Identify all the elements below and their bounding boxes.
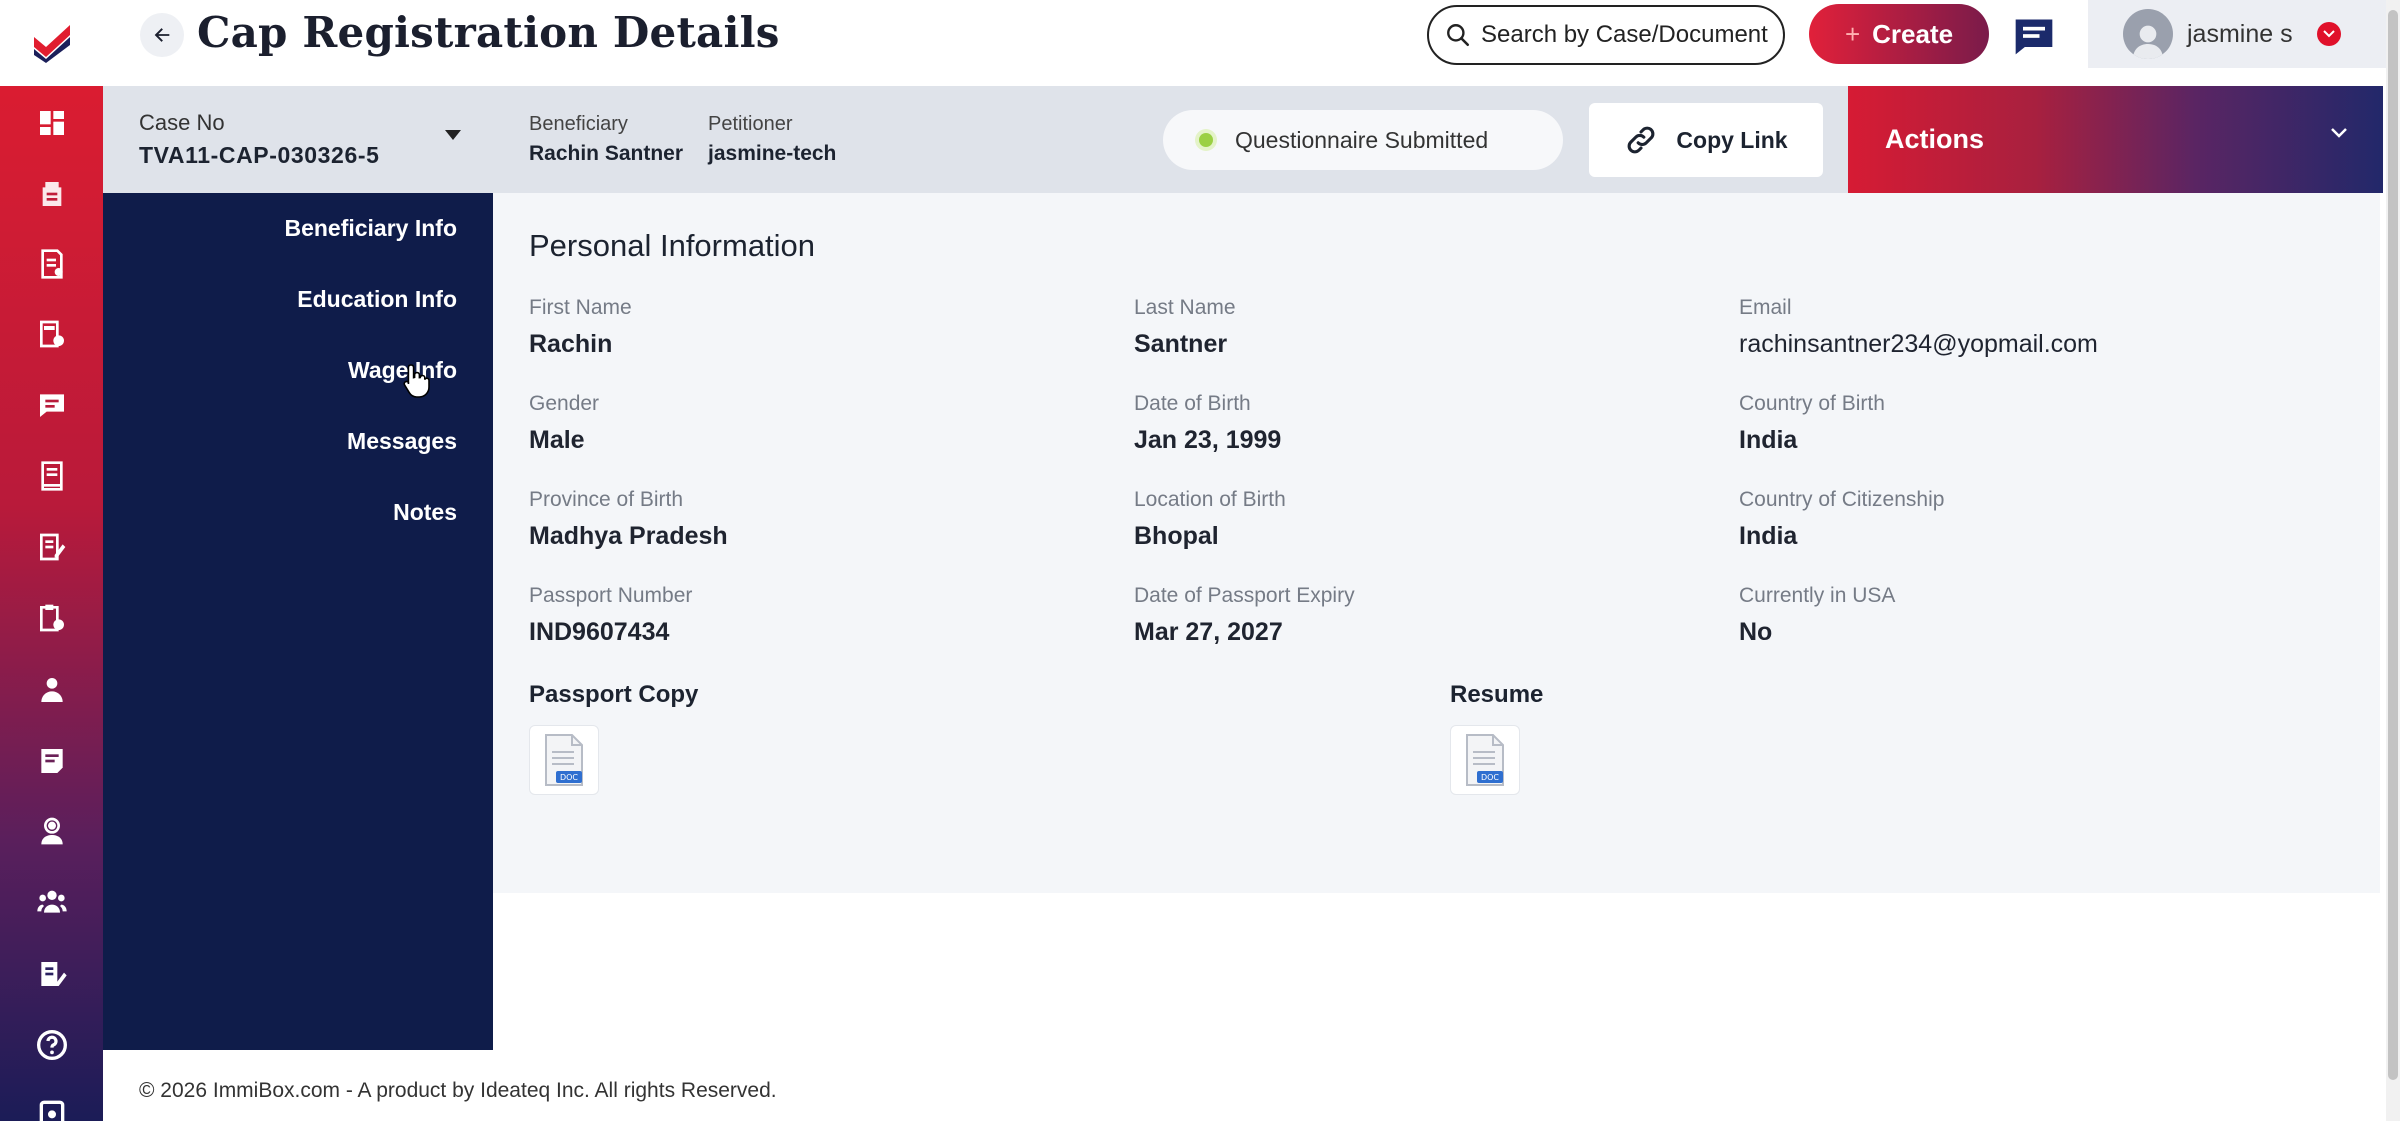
passport-expiry-value: Mar 27, 2027 [1134, 618, 1283, 646]
plus-icon: + [1844, 18, 1861, 49]
app-sidebar [0, 0, 103, 1121]
nav-beneficiary-info[interactable]: Beneficiary Info [284, 215, 457, 242]
svg-text:DOC: DOC [560, 773, 578, 782]
dob-label: Date of Birth [1134, 392, 1251, 415]
status-text: Questionnaire Submitted [1235, 126, 1489, 153]
country-of-birth-value: India [1739, 426, 1798, 454]
nav-messages[interactable]: Messages [347, 428, 457, 455]
user-menu[interactable]: jasmine s [2088, 0, 2386, 68]
country-of-birth-label: Country of Birth [1739, 392, 1885, 415]
top-header: Cap Registration Details + Create jasmin… [103, 0, 2386, 86]
chevron-down-icon [2331, 128, 2347, 138]
case-no-label: Case No [139, 110, 225, 135]
dob-value: Jan 23, 1999 [1134, 426, 1282, 454]
copy-link-button[interactable]: Copy Link [1589, 103, 1823, 177]
notes-icon[interactable] [0, 734, 103, 788]
link-icon [1628, 126, 1655, 154]
user-name: jasmine s [2187, 19, 2293, 48]
create-button-label: Create [1872, 18, 1954, 49]
province-of-birth-label: Province of Birth [529, 488, 684, 511]
gender-label: Gender [529, 392, 600, 415]
first-name-value: Rachin [529, 330, 613, 358]
case-no-value: TVA11-CAP-030326-5 [139, 142, 380, 168]
svg-text:DOC: DOC [1481, 773, 1499, 782]
passport-copy-title: Passport Copy [529, 681, 699, 708]
section-nav: Beneficiary Info Education Info Wage Inf… [103, 193, 493, 1050]
doc-file-icon: DOC [545, 734, 583, 786]
doc-file-icon: DOC [1466, 734, 1504, 786]
personal-information-panel: Personal Information First Name Rachin L… [493, 193, 2380, 893]
page-scrollbar-thumb[interactable] [2388, 10, 2398, 1080]
user-avatar-icon [2133, 25, 2163, 59]
copy-link-label: Copy Link [1676, 126, 1788, 153]
country-of-citizenship-value: India [1739, 522, 1798, 550]
passport-copy-doc[interactable]: DOC [529, 725, 599, 795]
search-input[interactable] [1481, 21, 1781, 49]
gender-value: Male [529, 426, 585, 454]
avatar[interactable] [2123, 9, 2173, 59]
chevron-down-icon[interactable] [2316, 22, 2341, 46]
dashboard-icon[interactable] [0, 96, 103, 150]
nav-education-info[interactable]: Education Info [297, 286, 457, 313]
contract-edit-icon[interactable] [0, 947, 103, 1001]
chat-icon [2015, 19, 2053, 55]
support-agent-icon[interactable] [0, 804, 103, 858]
resume-doc[interactable]: DOC [1450, 725, 1520, 795]
case-select-caret-icon[interactable] [445, 130, 461, 140]
documents-icon[interactable] [0, 167, 103, 221]
search-icon [1447, 24, 1470, 47]
country-of-citizenship-label: Country of Citizenship [1739, 488, 1945, 511]
passport-expiry-label: Date of Passport Expiry [1134, 584, 1355, 607]
search-box[interactable] [1427, 5, 1785, 65]
last-name-value: Santner [1134, 330, 1228, 358]
currently-in-usa-value: No [1739, 618, 1773, 646]
footer-copyright: © 2026 ImmiBox.com - A product by Ideate… [139, 1079, 777, 1102]
edit-document-icon[interactable] [0, 520, 103, 574]
case-verified-icon[interactable] [0, 591, 103, 645]
petitioner-value: jasmine-tech [708, 142, 837, 165]
team-icon[interactable] [0, 875, 103, 929]
status-dot-icon [1199, 133, 1213, 147]
hand-cursor-icon [403, 364, 430, 398]
arrow-left-icon [154, 28, 170, 42]
page-title: Cap Registration Details [197, 8, 780, 57]
email-value: rachinsantner234@yopmail.com [1739, 330, 2098, 358]
status-badge: Questionnaire Submitted [1163, 110, 1563, 170]
location-of-birth-value: Bhopal [1134, 522, 1219, 550]
email-label: Email [1739, 296, 1792, 319]
help-icon[interactable] [0, 1018, 103, 1072]
messages-icon[interactable] [0, 378, 103, 432]
resume-title: Resume [1450, 681, 1544, 708]
petitioner-label: Petitioner [708, 113, 793, 135]
forms-icon[interactable] [0, 237, 103, 291]
last-name-label: Last Name [1134, 296, 1236, 319]
nav-notes[interactable]: Notes [393, 499, 457, 526]
passport-number-label: Passport Number [529, 584, 693, 607]
beneficiary-value: Rachin Santner [529, 142, 684, 165]
create-button[interactable]: + Create [1809, 4, 1989, 64]
settings-icon[interactable] [0, 1086, 103, 1121]
report-icon[interactable] [0, 449, 103, 503]
app-logo[interactable] [0, 0, 103, 86]
invoice-icon[interactable] [0, 307, 103, 361]
case-info-bar: Case No TVA11-CAP-030326-5 Beneficiary R… [103, 86, 2383, 193]
user-icon[interactable] [0, 663, 103, 717]
immibox-logo-icon [33, 25, 70, 63]
back-button[interactable] [140, 13, 184, 57]
actions-label: Actions [1885, 124, 1985, 154]
actions-dropdown[interactable]: Actions [1848, 86, 2383, 193]
currently-in-usa-label: Currently in USA [1739, 584, 1896, 607]
section-title: Personal Information [529, 228, 816, 263]
location-of-birth-label: Location of Birth [1134, 488, 1286, 511]
chat-button[interactable] [2009, 11, 2059, 61]
first-name-label: First Name [529, 296, 632, 319]
passport-number-value: IND9607434 [529, 618, 670, 646]
beneficiary-label: Beneficiary [529, 113, 628, 135]
province-of-birth-value: Madhya Pradesh [529, 522, 728, 550]
